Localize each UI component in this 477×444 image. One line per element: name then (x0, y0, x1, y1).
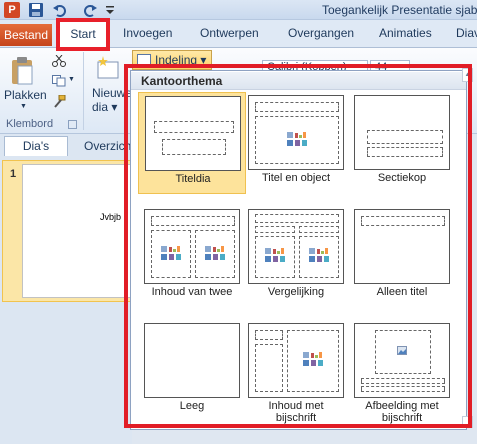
title-placeholder (255, 102, 339, 112)
powerpoint-window: P Toegankelijk Presentatie sjabl Bestand… (0, 0, 477, 444)
title-placeholder (361, 216, 445, 226)
title-placeholder (151, 216, 235, 226)
layout-option-vergelijking[interactable]: Vergelijking (242, 206, 350, 308)
layout-label: Titel en object (261, 172, 331, 184)
format-painter-icon[interactable] (52, 95, 66, 109)
new-slide-icon[interactable] (95, 54, 121, 84)
paste-button[interactable]: Plakken (4, 88, 47, 102)
caption-placeholder (361, 386, 445, 392)
layout-label: Inhoud van twee (151, 286, 233, 298)
gallery-scroll-up-icon[interactable]: ▲ (462, 68, 473, 82)
tab-outline[interactable]: Overzicht (84, 139, 135, 153)
layout-preview (145, 96, 241, 171)
layout-label: Alleen titel (376, 286, 428, 298)
tab-start[interactable]: Start (56, 18, 110, 51)
layout-label-line1: Inhoud met (268, 400, 324, 412)
title-placeholder (361, 378, 445, 384)
paste-icon[interactable] (10, 56, 34, 86)
layout-option-afbeelding-met-bijschrift[interactable]: Afbeelding met bijschrift (348, 320, 456, 424)
layout-option-titel-en-object[interactable]: Titel en object (242, 92, 350, 194)
layout-icon (137, 54, 151, 66)
clipboard-dialog-launcher-icon[interactable] (68, 120, 77, 129)
slide-number: 1 (10, 168, 17, 180)
customize-quick-access-icon[interactable] (104, 3, 116, 17)
slide-thumbnail[interactable] (22, 164, 132, 298)
content-types-icon (265, 248, 285, 262)
title-placeholder (367, 130, 443, 144)
content-types-icon (161, 246, 181, 260)
paste-dropdown-icon[interactable]: ▼ (20, 103, 27, 110)
layout-label: Titeldia (175, 173, 211, 185)
layout-button-label: Indeling (155, 53, 198, 67)
cut-icon[interactable] (52, 55, 66, 67)
heading-placeholder-right (299, 226, 339, 233)
layout-preview (354, 95, 450, 170)
layout-option-leeg[interactable]: Leeg (138, 320, 246, 422)
title-placeholder (255, 214, 339, 223)
window-title: Toegankelijk Presentatie sjabl (322, 3, 477, 17)
new-slide-label-line1: Nieuwe (92, 86, 133, 100)
redo-icon[interactable] (82, 2, 98, 18)
layout-option-inhoud-met-bijschrift[interactable]: Inhoud met bijschrift (242, 320, 350, 424)
layout-label: Vergelijking (267, 286, 325, 298)
content-types-icon (309, 248, 329, 262)
undo-icon[interactable] (52, 2, 68, 18)
content-types-icon (303, 352, 323, 366)
new-slide-button[interactable]: Nieuwe dia ▾ (92, 86, 132, 114)
layout-label: Leeg (179, 400, 205, 412)
layout-preview (354, 209, 450, 284)
layout-preview (248, 95, 344, 170)
new-slide-label-line2: dia ▾ (92, 100, 118, 114)
layout-option-sectiekop[interactable]: Sectiekop (348, 92, 456, 194)
tab-invoegen[interactable]: Invoegen (123, 26, 172, 44)
save-icon[interactable] (28, 2, 44, 18)
layout-label: Sectiekop (377, 172, 427, 184)
layout-option-alleen-titel[interactable]: Alleen titel (348, 206, 456, 308)
subtitle-placeholder (162, 139, 226, 155)
layout-preview (248, 323, 344, 398)
tab-ontwerpen[interactable]: Ontwerpen (200, 26, 259, 44)
gallery-header: Kantoorthema (131, 72, 466, 90)
powerpoint-app-icon[interactable]: P (4, 2, 20, 18)
layout-preview (248, 209, 344, 284)
slide-thumbnail-text: Jvbjb (100, 212, 122, 222)
tab-slides[interactable]: Dia's (4, 136, 68, 156)
ribbon-separator (83, 52, 84, 130)
copy-icon[interactable] (52, 75, 66, 87)
gallery-resize-handle-icon[interactable] (462, 416, 473, 428)
layout-label-line2: bijschrift (275, 412, 317, 424)
content-types-icon (287, 132, 307, 146)
layout-preview (144, 323, 240, 398)
heading-placeholder-left (255, 226, 295, 233)
copy-dropdown-icon[interactable]: ▼ (68, 76, 75, 83)
caption-placeholder (255, 344, 283, 392)
tab-overgangen[interactable]: Overgangen (288, 26, 354, 44)
picture-icon (397, 346, 407, 355)
content-types-icon (205, 246, 225, 260)
title-placeholder (154, 121, 234, 133)
tab-diavoorstelling[interactable]: Diav (456, 26, 477, 44)
layout-option-titeldia[interactable]: Titeldia (138, 92, 246, 194)
layout-label-line1: Afbeelding met (365, 400, 439, 412)
layout-button[interactable]: Indeling ▾ (132, 50, 212, 70)
text-placeholder (367, 147, 443, 157)
layout-label-line2: bijschrift (381, 412, 423, 424)
title-placeholder (255, 330, 283, 340)
layout-preview (144, 209, 240, 284)
clipboard-group-label: Klembord (6, 118, 54, 130)
layout-option-inhoud-van-twee[interactable]: Inhoud van twee (138, 206, 246, 308)
tab-file[interactable]: Bestand (0, 24, 52, 46)
tab-animaties[interactable]: Animaties (379, 26, 432, 44)
layout-preview (354, 323, 450, 398)
